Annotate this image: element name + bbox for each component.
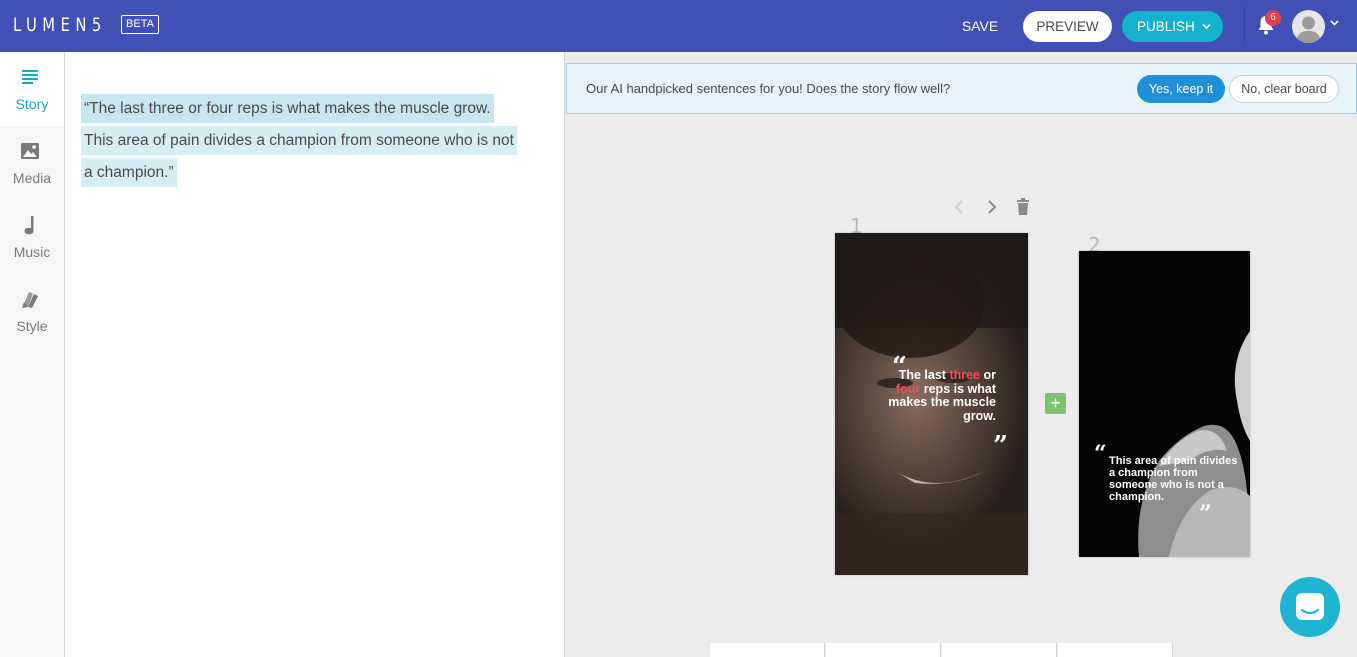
sidebar-item-story[interactable]: Story	[0, 52, 64, 126]
music-note-icon	[20, 214, 40, 236]
tray-cell[interactable]	[1058, 643, 1173, 657]
sidebar-item-label: Media	[12, 170, 52, 186]
hand-photo	[1138, 331, 1250, 557]
sidebar-item-label: Music	[13, 244, 51, 260]
story-editor-panel: “The last three or four reps is what mak…	[65, 52, 565, 657]
scene-caption: The last three or four reps is what make…	[886, 368, 996, 423]
app-logo[interactable]: LUMEN5	[13, 13, 107, 37]
tray-cell[interactable]	[942, 643, 1057, 657]
close-quote-icon: ”	[993, 431, 1008, 461]
chat-icon	[1296, 593, 1324, 620]
publish-label: PUBLISH	[1137, 19, 1195, 34]
caption-text: The last	[898, 368, 950, 382]
keep-button[interactable]: Yes, keep it	[1137, 75, 1225, 103]
sidebar-item-music[interactable]: Music	[0, 200, 64, 274]
add-scene-button[interactable]: +	[1045, 393, 1066, 414]
sidebar-item-media[interactable]: Media	[0, 126, 64, 200]
user-silhouette-icon	[1296, 16, 1321, 43]
top-bar: LUMEN5 BETA SAVE PREVIEW PUBLISH 6	[0, 0, 1357, 52]
bottom-tray	[710, 643, 1174, 657]
storyboard-canvas: Our AI handpicked sentences for you! Doe…	[566, 52, 1357, 657]
beta-badge: BETA	[121, 15, 159, 34]
caption-keyword: three	[949, 368, 981, 382]
highlighted-sentence[interactable]: This area of pain divides a champion fro…	[81, 126, 517, 187]
image-icon	[20, 140, 40, 162]
lines-icon	[20, 66, 40, 88]
notification-count-badge: 6	[1265, 10, 1281, 26]
scene-caption: This area of pain divides a champion fro…	[1109, 455, 1238, 503]
clear-board-button[interactable]: No, clear board	[1229, 75, 1339, 103]
scene-card[interactable]: “ The last three or four reps is what ma…	[835, 233, 1028, 575]
header-divider	[1244, 6, 1245, 46]
sidebar-item-label: Style	[16, 318, 48, 334]
avatar[interactable]	[1292, 10, 1325, 43]
tray-cell[interactable]	[710, 643, 825, 657]
trash-icon[interactable]	[1014, 197, 1032, 217]
paint-swatch-icon	[20, 288, 40, 310]
sidebar: Story Media Music Style	[0, 52, 65, 657]
chat-support-button[interactable]	[1280, 577, 1340, 637]
caption-text: or	[980, 368, 996, 382]
ai-suggestion-banner: Our AI handpicked sentences for you! Doe…	[566, 63, 1357, 114]
sidebar-item-label: Story	[15, 96, 49, 112]
caption-keyword: four	[895, 381, 921, 396]
preview-button[interactable]: PREVIEW	[1023, 11, 1112, 42]
save-button[interactable]: SAVE	[952, 13, 1008, 39]
chevron-left-icon[interactable]	[950, 197, 968, 217]
open-quote-icon: “	[1094, 441, 1107, 467]
chevron-down-icon	[1202, 11, 1211, 55]
account-menu-chevron-icon[interactable]	[1330, 18, 1339, 30]
story-text[interactable]: “The last three or four reps is what mak…	[81, 93, 521, 189]
banner-message: Our AI handpicked sentences for you! Doe…	[586, 81, 951, 96]
scene-card[interactable]: “ This area of pain divides a champion f…	[1079, 251, 1250, 557]
sidebar-item-style[interactable]: Style	[0, 274, 64, 348]
highlighted-sentence[interactable]: “The last three or four reps is what mak…	[81, 94, 494, 123]
tray-cell[interactable]	[826, 643, 941, 657]
chevron-right-icon[interactable]	[983, 197, 1001, 217]
close-quote-icon: ”	[1199, 501, 1212, 527]
publish-button[interactable]: PUBLISH	[1122, 11, 1223, 42]
